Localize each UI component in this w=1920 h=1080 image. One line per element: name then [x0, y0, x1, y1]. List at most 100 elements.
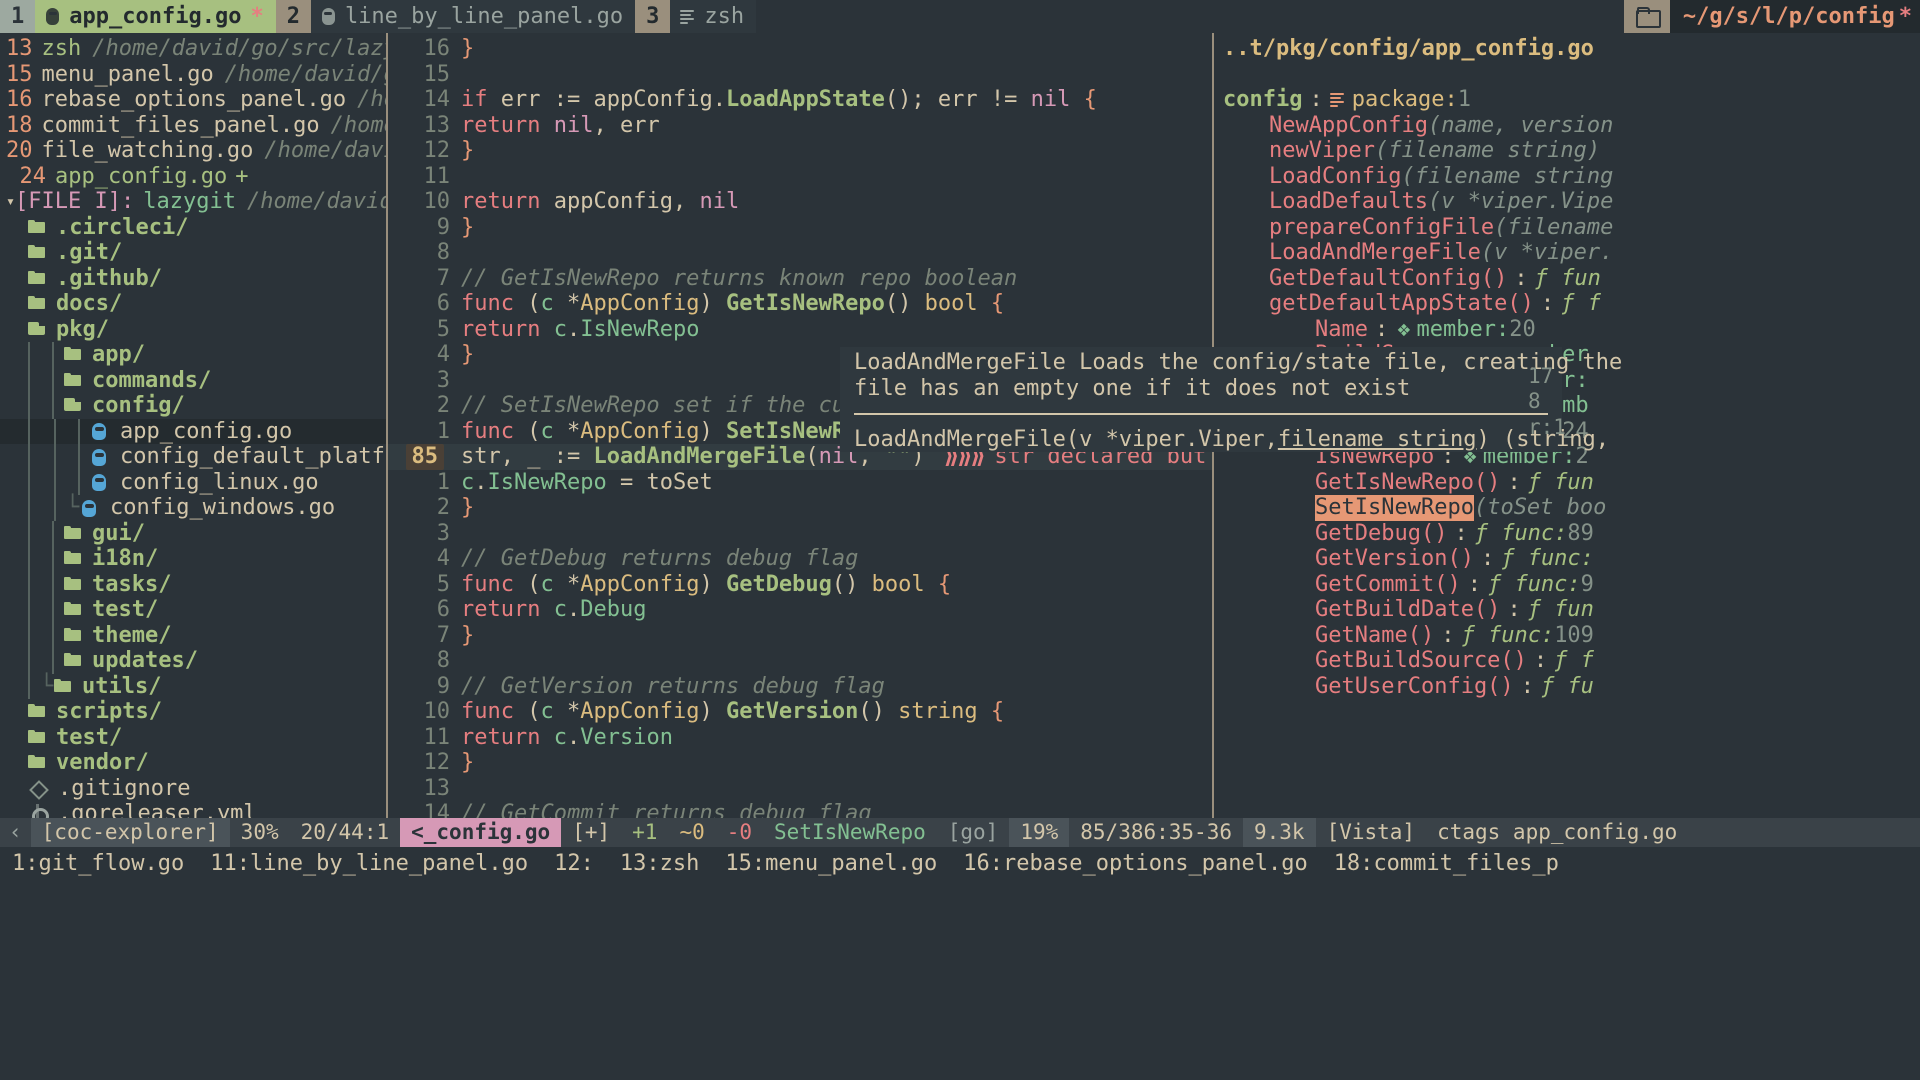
bufferline-item[interactable]: 11:line_by_line_panel.go	[210, 851, 528, 877]
explorer-tree-item[interactable]: i18n/	[0, 546, 386, 572]
explorer-tree-item[interactable]: test/	[0, 725, 386, 751]
tagbar-item[interactable]: GetDefaultConfig() : ƒ fun	[1223, 266, 1920, 292]
code-line[interactable]: 8	[388, 240, 1212, 266]
explorer-tree-item[interactable]: .gitignore	[0, 776, 386, 802]
tagbar-item[interactable]: prepareConfigFile (filename	[1223, 215, 1920, 241]
tagbar-item[interactable]: Name : ❖ member: 20	[1223, 317, 1920, 343]
explorer-tree-item[interactable]: tasks/	[0, 571, 386, 597]
explorer-tree-item[interactable]: vendor/	[0, 750, 386, 776]
code-line[interactable]: 13	[388, 776, 1212, 802]
tagbar-item[interactable]: GetUserConfig() : ƒ fu	[1223, 674, 1920, 700]
statusline-ctags: ctags app_config.go	[1437, 819, 1678, 844]
code-line[interactable]: 7 // GetIsNewRepo returns known repo bool…	[388, 266, 1212, 292]
explorer-tree-item[interactable]: app/	[0, 342, 386, 368]
tab-number-3[interactable]: 3	[635, 0, 671, 33]
tab-number-1[interactable]: 1	[0, 0, 36, 33]
code-line[interactable]: 2}	[388, 495, 1212, 521]
bufferline-item[interactable]: 15:menu_panel.go	[725, 851, 937, 877]
code-line[interactable]: 12}	[388, 138, 1212, 164]
tree-guide-line	[28, 622, 30, 648]
tagbar-item[interactable]: LoadConfig (filename string	[1223, 164, 1920, 190]
file-explorer-panel[interactable]: 13 zsh/home/david/go/src/lazy 15 menu_panel…	[0, 33, 386, 818]
explorer-tree-item[interactable]: └ utils/	[0, 673, 386, 699]
code-line[interactable]: 10 return appConfig, nil	[388, 189, 1212, 215]
code-line[interactable]: 1 c.IsNewRepo = toSet	[388, 470, 1212, 496]
explorer-tree-item[interactable]: pkg/	[0, 317, 386, 343]
code-line[interactable]: 12}	[388, 750, 1212, 776]
explorer-tree-item[interactable]: commands/	[0, 367, 386, 393]
code-line[interactable]: 14 // GetCommit returns debug flag	[388, 801, 1212, 818]
bufferline-item[interactable]: 13:zsh	[620, 851, 700, 877]
bufferline-item[interactable]: 18:commit_files_p	[1334, 851, 1559, 877]
code-line[interactable]: 10 func (c *AppConfig) GetVersion() strin…	[388, 699, 1212, 725]
code-line[interactable]: 3	[388, 521, 1212, 547]
code-line[interactable]: 11 return c.Version	[388, 725, 1212, 751]
tagbar-item[interactable]: LoadAndMergeFile (v *viper.	[1223, 240, 1920, 266]
tagbar-item[interactable]: getDefaultAppState() : ƒ f	[1223, 291, 1920, 317]
explorer-tree-item[interactable]: config_default_platfor	[0, 444, 386, 470]
explorer-tree-item[interactable]: .git/	[0, 240, 386, 266]
explorer-tree-item[interactable]: scripts/	[0, 699, 386, 725]
tab-zsh[interactable]: zsh	[670, 0, 757, 33]
code-line[interactable]: 9}	[388, 215, 1212, 241]
explorer-tree-item[interactable]: theme/	[0, 622, 386, 648]
tab-app-config-go[interactable]: app_config.go *	[35, 0, 276, 33]
explorer-tree-item[interactable]: config/	[0, 393, 386, 419]
code-line[interactable]: 13 return nil, err	[388, 113, 1212, 139]
explorer-tree[interactable]: .circleci/.git/.github/docs/pkg/app/comm…	[0, 215, 386, 818]
explorer-tree-item[interactable]: updates/	[0, 648, 386, 674]
tagbar-item[interactable]: GetIsNewRepo() : ƒ fun	[1223, 470, 1920, 496]
code-line[interactable]: 15	[388, 62, 1212, 88]
code-line[interactable]: 4 // GetDebug returns debug flag	[388, 546, 1212, 572]
bufferline-item[interactable]: 1:git_flow.go	[12, 851, 184, 877]
tab-number-2[interactable]: 2	[275, 0, 311, 33]
code-token: )	[699, 291, 713, 316]
bufferline-label: zsh	[659, 850, 700, 876]
tagbar-item[interactable]: newViper (filename string)	[1223, 138, 1920, 164]
tagbar-item[interactable]: NewAppConfig (name, version	[1223, 113, 1920, 139]
bufferline-item[interactable]: 16:rebase_options_panel.go	[963, 851, 1307, 877]
tagbar-scope-row[interactable]: config : package: 1	[1223, 87, 1920, 113]
tagbar-item[interactable]: GetName() : ƒ func: 109	[1223, 623, 1920, 649]
bufferline-item[interactable]: 12:	[554, 851, 594, 877]
explorer-recent-item[interactable]: 24 app_config.go +	[0, 164, 386, 190]
tagbar-item[interactable]: GetCommit() : ƒ func: 9	[1223, 572, 1920, 598]
code-line[interactable]: 14 if err := appConfig.LoadAppState(); er…	[388, 87, 1212, 113]
code-line[interactable]: 9 // GetVersion returns debug flag	[388, 674, 1212, 700]
code-line[interactable]: 6 func (c *AppConfig) GetIsNewRepo() bool…	[388, 291, 1212, 317]
code-line[interactable]: 5 return c.IsNewRepo	[388, 317, 1212, 343]
tagbar-item[interactable]: GetBuildDate() : ƒ fun	[1223, 597, 1920, 623]
code-line[interactable]: 11	[388, 164, 1212, 190]
explorer-header[interactable]: ▾ [FILE I]: lazygit /home/david/g	[0, 189, 386, 215]
explorer-recent-item[interactable]: 20 file_watching.go/home/davi	[0, 138, 386, 164]
explorer-tree-item[interactable]: └ config_windows.go	[0, 495, 386, 521]
explorer-recent-item[interactable]: 13 zsh/home/david/go/src/lazy	[0, 36, 386, 62]
explorer-tree-item[interactable]: docs/	[0, 291, 386, 317]
tagbar-item[interactable]: GetBuildSource() : ƒ f	[1223, 648, 1920, 674]
list-icon	[680, 9, 695, 25]
tab-line-by-line-panel-go[interactable]: line_by_line_panel.go	[310, 0, 636, 33]
explorer-tree-item[interactable]: test/	[0, 597, 386, 623]
code-line[interactable]: 8	[388, 648, 1212, 674]
explorer-recent-item[interactable]: 18 commit_files_panel.go/home	[0, 113, 386, 139]
explorer-recent-item[interactable]: 16 rebase_options_panel.go/ho	[0, 87, 386, 113]
code-line[interactable]: 16}	[388, 36, 1212, 62]
tagbar-item[interactable]: LoadDefaults (v *viper.Vipe	[1223, 189, 1920, 215]
explorer-tree-item[interactable]: config_linux.go	[0, 469, 386, 495]
tagbar-item[interactable]: GetVersion() : ƒ func:	[1223, 546, 1920, 572]
tagbar-item[interactable]: GetDebug() : ƒ func: 89	[1223, 521, 1920, 547]
tagbar-item[interactable]: SetIsNewRepo (toSet boo	[1223, 495, 1920, 521]
code-line[interactable]: 5 func (c *AppConfig) GetDebug() bool {	[388, 572, 1212, 598]
code-line[interactable]: 7}	[388, 623, 1212, 649]
bufferline[interactable]: 1:git_flow.go 11:line_by_line_panel.go 12:…	[0, 847, 1920, 880]
explorer-tree-item[interactable]: app_config.go	[0, 418, 386, 444]
statusline-left-arrow[interactable]: ‹	[0, 818, 31, 847]
chevron-down-icon[interactable]: ▾	[6, 189, 15, 215]
code-line[interactable]: 6 return c.Debug	[388, 597, 1212, 623]
explorer-tree-item[interactable]: gui/	[0, 520, 386, 546]
explorer-tree-item[interactable]: .circleci/	[0, 215, 386, 241]
explorer-recent-item[interactable]: 15 menu_panel.go/home/david/g	[0, 62, 386, 88]
explorer-tree-item[interactable]: .goreleaser.yml	[0, 801, 386, 818]
explorer-tree-item[interactable]: .github/	[0, 266, 386, 292]
